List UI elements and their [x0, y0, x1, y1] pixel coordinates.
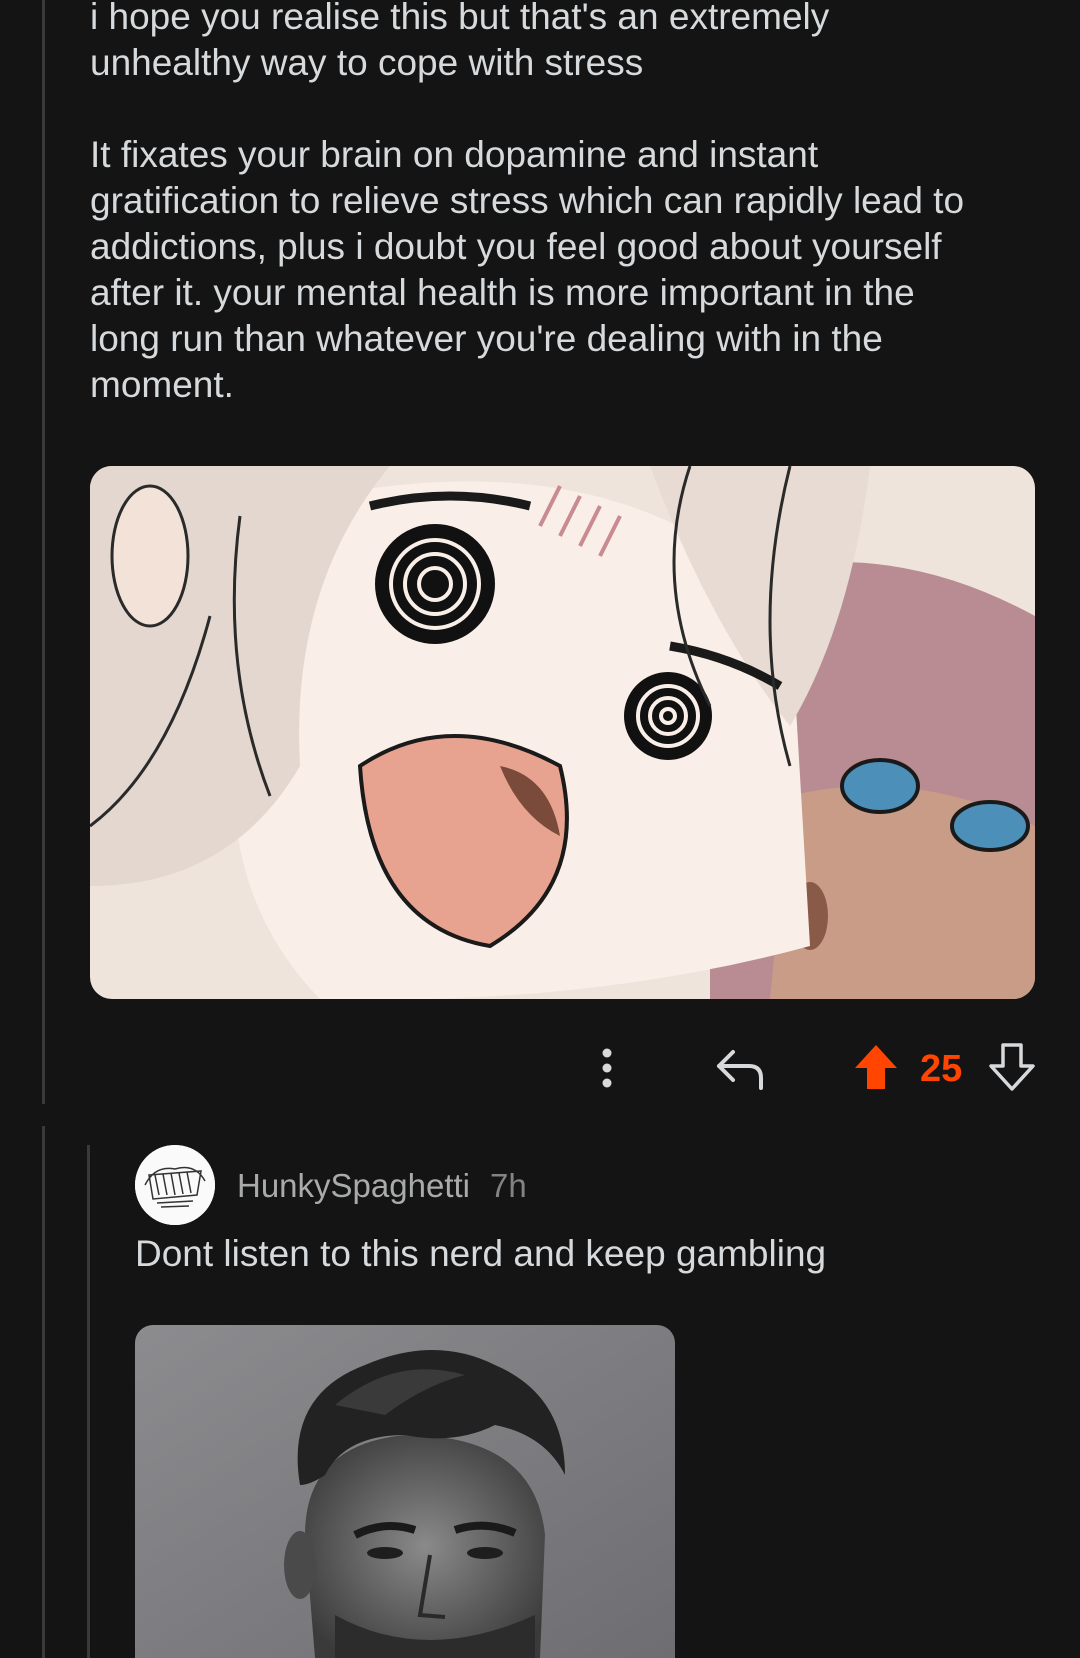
reply-arrow-icon	[717, 1050, 763, 1090]
user-avatar-sketch	[135, 1145, 215, 1225]
comment-action-bar: 25	[0, 1040, 1080, 1096]
reply-text: Dont listen to this nerd and keep gambli…	[135, 1233, 827, 1274]
downvote-button[interactable]	[988, 1042, 1036, 1092]
comment-paragraph-2: It fixates your brain on dopamine and in…	[90, 134, 965, 405]
reply-button[interactable]	[715, 1046, 767, 1092]
thread-line-outer[interactable]	[42, 0, 45, 1104]
reply-image[interactable]	[135, 1325, 675, 1658]
comment-body: i hope you realise this but that's an ex…	[90, 0, 1030, 454]
vertical-ellipsis-icon	[602, 1048, 612, 1088]
vote-count: 25	[920, 1048, 963, 1090]
comment-image[interactable]	[90, 466, 1035, 999]
thread-line-outer-lower[interactable]	[42, 1126, 45, 1658]
reply-username[interactable]: HunkySpaghetti	[237, 1167, 470, 1205]
reply-timestamp: 7h	[490, 1167, 527, 1204]
upvote-arrow-icon	[855, 1045, 897, 1089]
upvote-button[interactable]	[852, 1042, 900, 1092]
thread-line-reply[interactable]	[87, 1145, 90, 1658]
downvote-arrow-icon	[989, 1043, 1035, 1091]
avatar[interactable]	[135, 1145, 215, 1225]
comment-paragraph-1: i hope you realise this but that's an ex…	[90, 0, 830, 83]
more-options-button[interactable]	[592, 1048, 622, 1088]
